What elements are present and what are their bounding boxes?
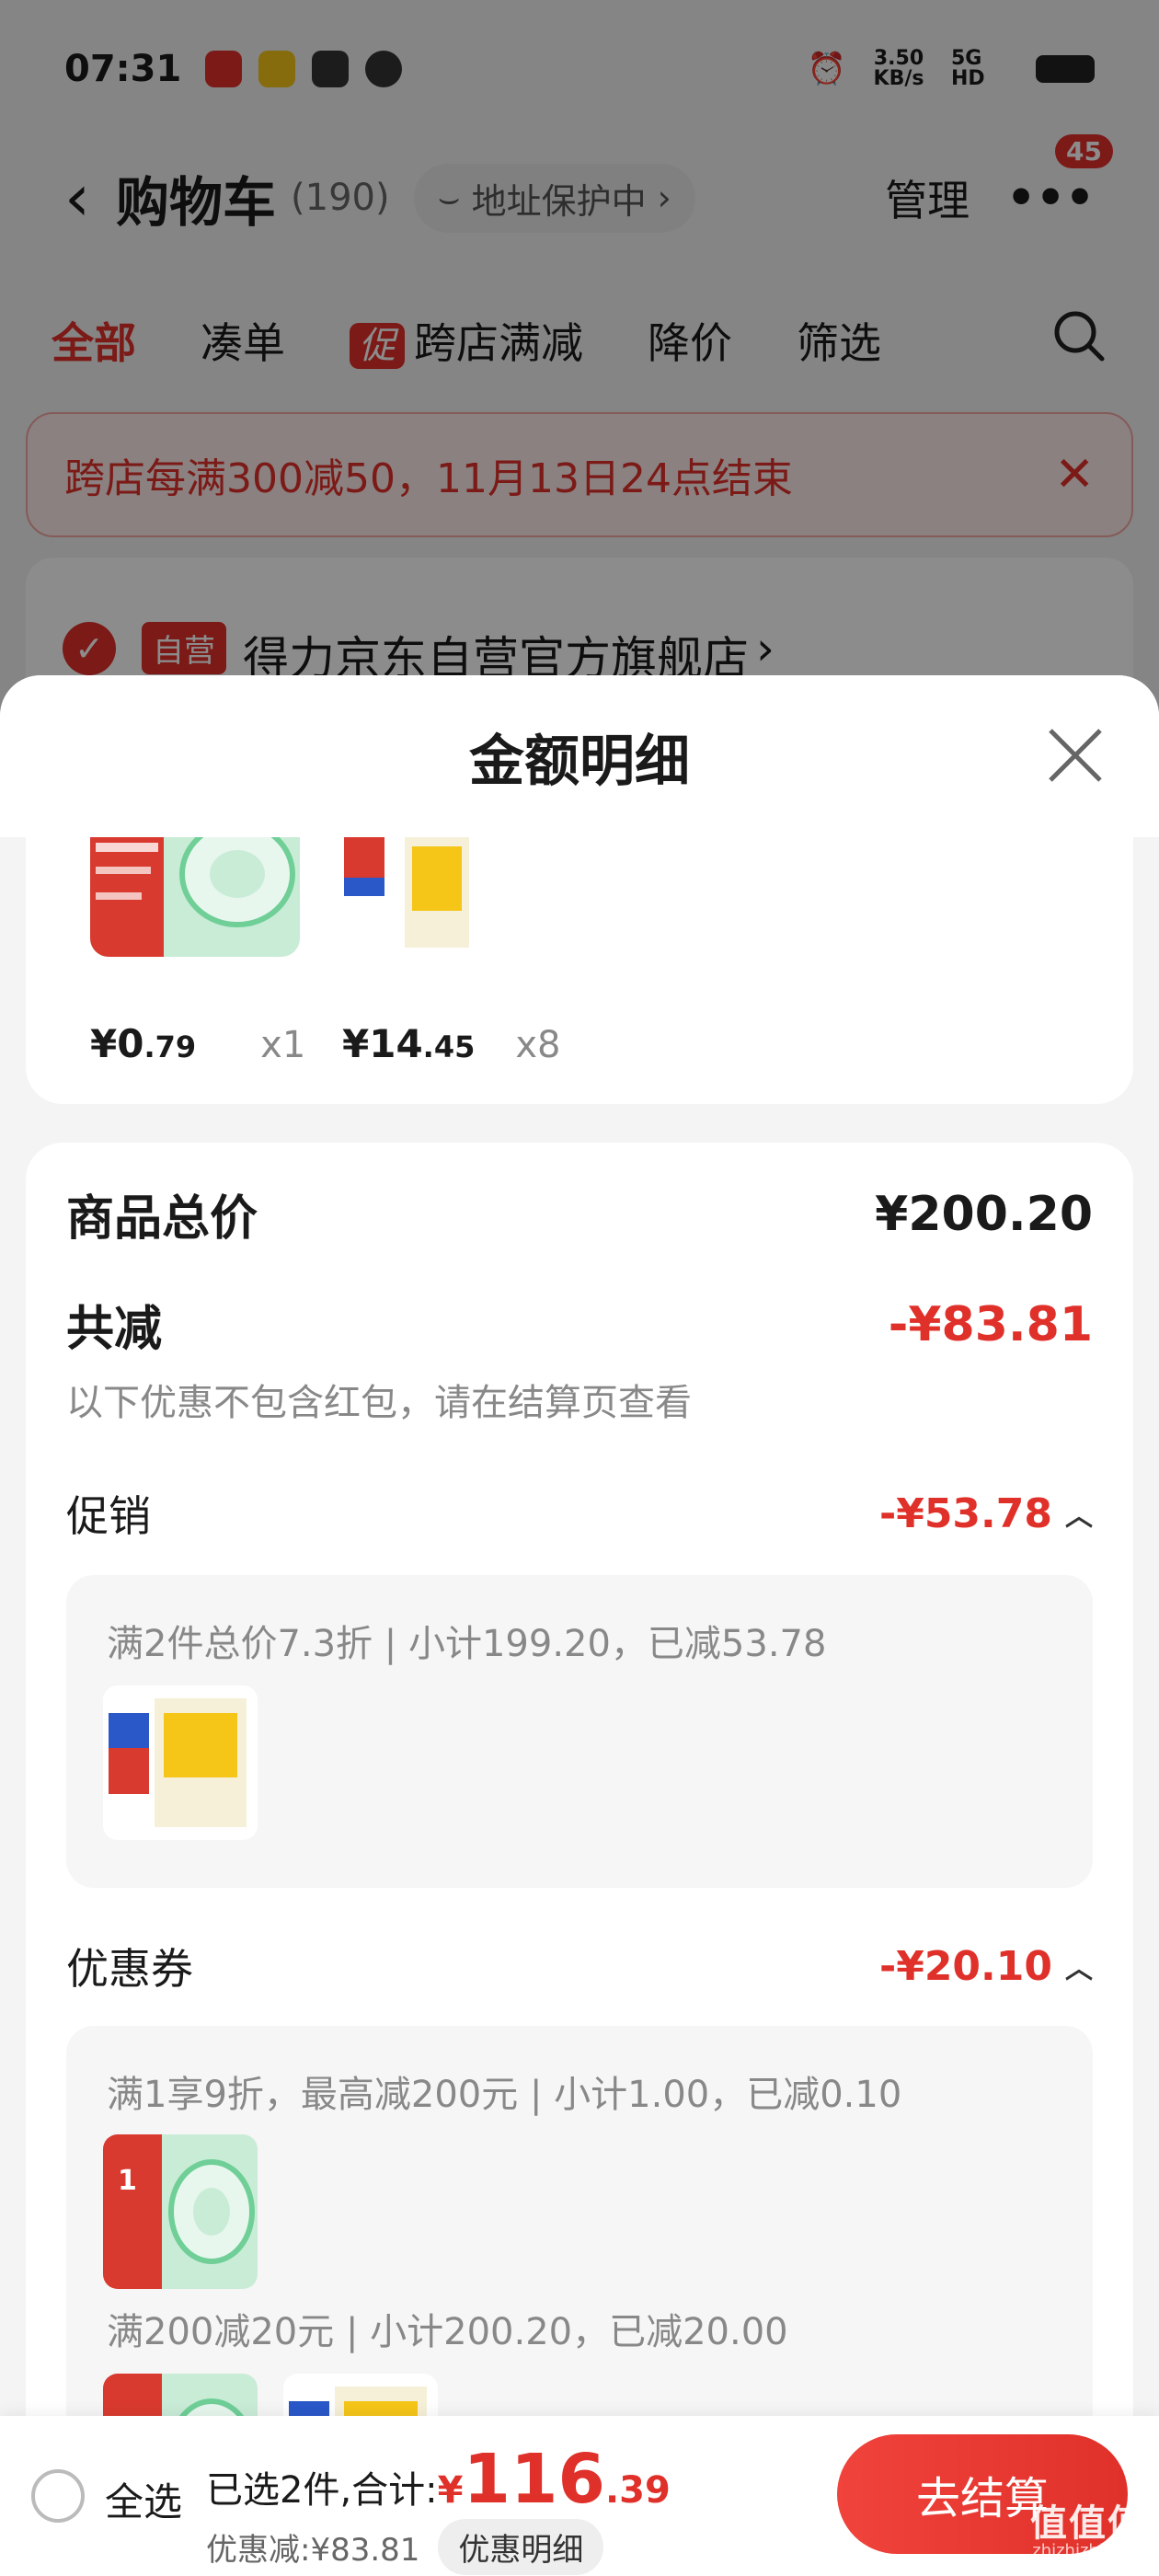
promotion-value-wrap: -¥53.78 ︿ [879,1490,1093,1537]
coupon-value: -¥20.10 [878,1942,1052,1990]
coupon-row[interactable]: 优惠券 -¥20.10 ︿ [66,1936,1093,1996]
tape-product-image: 1 [103,2134,258,2289]
selected-total: 已选2件,合计: ¥ 116 .39 [206,2440,671,2519]
total-amount-dec: .39 [604,2469,671,2512]
svg-text:1: 1 [118,2165,137,2197]
discount-line: 优惠减:¥83.81 优惠明细 [206,2519,604,2575]
item-price-dec: .45 [422,1029,476,1064]
reduction-note: 以下优惠不包含红包，请在结算页查看 [66,1382,692,1424]
goods-total-value: ¥200.20 [875,1186,1093,1242]
reduction-label: 共减 [66,1302,163,1357]
reduction-value: -¥83.81 [888,1296,1093,1352]
amount-detail-card: 商品总价 ¥200.20 共减 -¥83.81 以下优惠不包含红包，请在结算页查… [26,1143,1133,2576]
site-watermark-url: zhizhizhi.com [1032,2541,1144,2560]
coupon-value-wrap: -¥20.10 ︿ [879,1943,1093,1990]
discount-text: 优惠减:¥83.81 [206,2532,420,2569]
item-price-dec: .79 [143,1029,197,1064]
sheet-title: 金额明细 [469,729,690,794]
amount-detail-sheet: 金额明细 ¥0.79 x1 ¥14 .45 x8 商品总价 ¥200.20 共减… [0,675,1159,2576]
paper-product-image [340,837,478,957]
item-price-1: ¥0.79 x1 [90,1021,305,1066]
sheet-header: 金额明细 [0,675,1159,837]
select-all-radio[interactable] [31,2469,85,2523]
close-icon[interactable] [1043,723,1107,788]
item-qty: x1 [260,1024,306,1066]
coupon-line-2: 满200减20元 | 小计200.20，已减20.00 [107,2311,788,2353]
item-price-2: ¥14.45 x8 [342,1021,560,1066]
promotion-value: -¥53.78 [878,1489,1052,1537]
select-all-label[interactable]: 全选 [105,2471,182,2527]
goods-total-label: 商品总价 [66,1191,258,1247]
checkout-bar: 全选 已选2件,合计: ¥ 116 .39 优惠减:¥83.81 优惠明细 去结… [0,2416,1159,2576]
chevron-up-icon[interactable]: ︿ [1065,1946,1093,1986]
promotion-row[interactable]: 促销 -¥53.78 ︿ [66,1483,1093,1544]
coupon-line-1: 满1享9折，最高减200元 | 小计1.00，已减0.10 [107,2074,902,2116]
item-price-int: ¥0 [90,1021,144,1066]
site-watermark: 值值值 [1030,2502,1146,2545]
selected-count-text: 已选2件,合计: [206,2469,438,2512]
total-amount-int: 116 [463,2440,605,2519]
promotion-detail-box: 满2件总价7.3折 | 小计199.20，已减53.78 [66,1575,1093,1888]
coupon-label: 优惠券 [66,1944,193,1994]
item-qty: x8 [515,1024,561,1066]
item-price-int: ¥14 [342,1021,423,1066]
items-card: ¥0.79 x1 ¥14.45 x8 [26,837,1133,1104]
promotion-label: 促销 [66,1491,151,1541]
promotion-line: 满2件总价7.3折 | 小计199.20，已减53.78 [107,1623,827,1665]
goods-total-row: 商品总价 ¥200.20 [66,1179,1093,1248]
total-currency: ¥ [437,2469,464,2512]
tape-product-image [90,837,300,957]
chevron-up-icon[interactable]: ︿ [1065,1493,1093,1534]
paper-product-image [103,1685,258,1840]
discount-detail-button[interactable]: 优惠明细 [438,2519,604,2575]
reduction-row: 共减 -¥83.81 [66,1290,1093,1359]
